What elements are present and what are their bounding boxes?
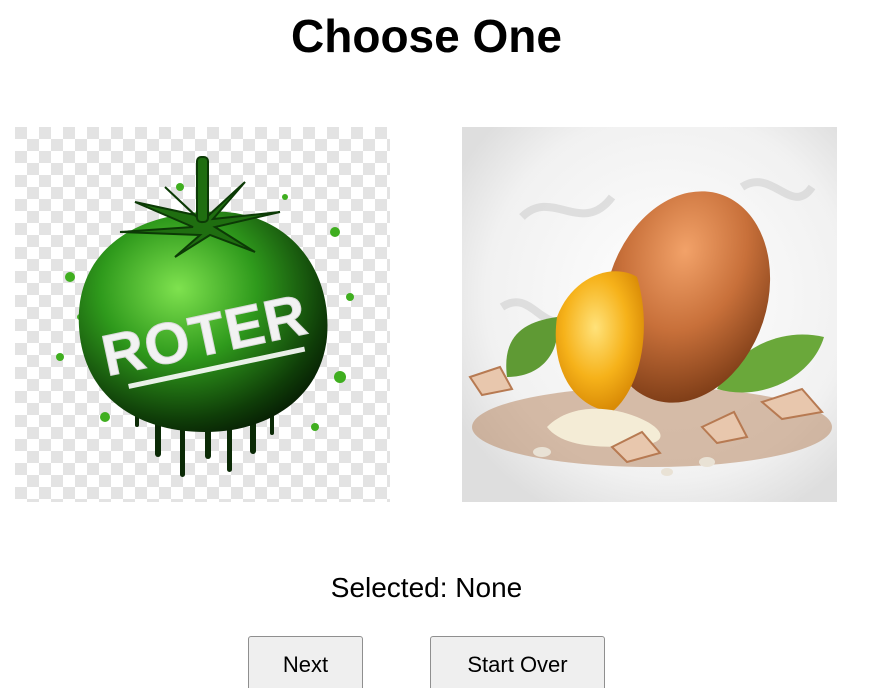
tomato-icon: ROTER bbox=[15, 127, 390, 502]
selection-status: Selected: None bbox=[330, 572, 523, 603]
egg-icon bbox=[462, 127, 837, 502]
choose-one-page: Choose One ROTER Selected: None Next Sta… bbox=[0, 0, 873, 688]
start-over-button[interactable]: Start Over bbox=[430, 636, 605, 688]
choice-tomato-image[interactable]: ROTER bbox=[15, 127, 390, 502]
page-title: Choose One bbox=[291, 10, 562, 62]
next-button[interactable]: Next bbox=[248, 636, 363, 688]
choice-egg-image[interactable] bbox=[462, 127, 837, 502]
